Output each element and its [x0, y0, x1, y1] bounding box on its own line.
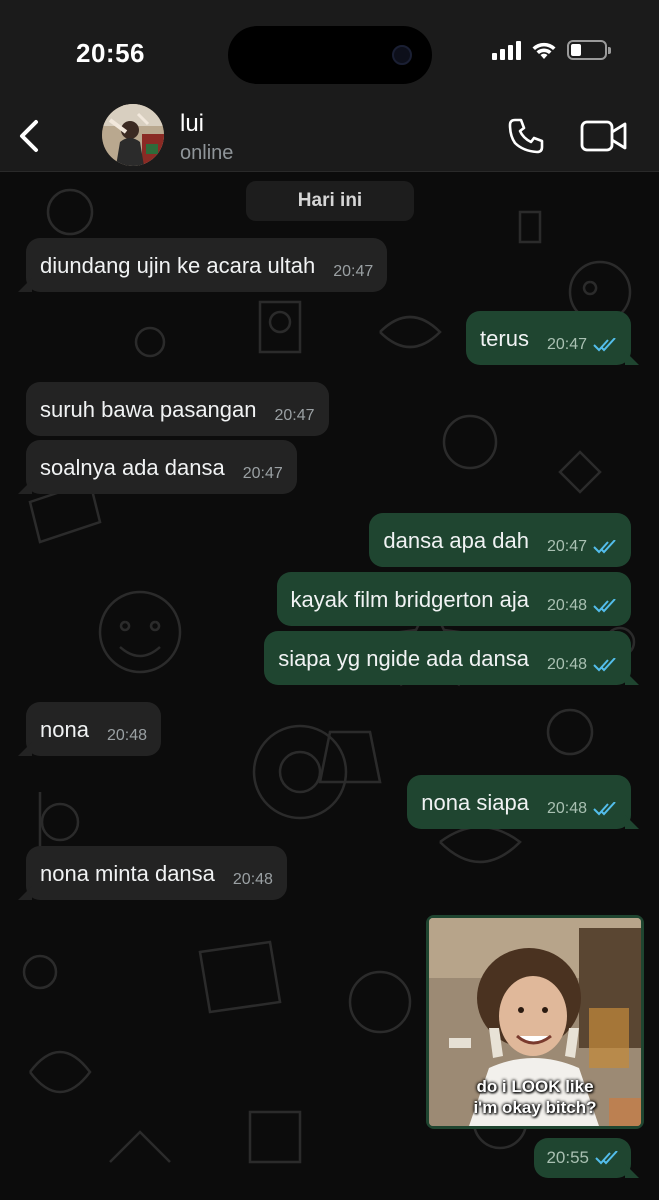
video-camera-icon[interactable] [580, 118, 628, 154]
read-receipt-icon [593, 802, 616, 816]
battery-level [571, 44, 581, 56]
message-text: siapa yg ngide ada dansa [278, 646, 529, 671]
message-time: 20:48 [546, 597, 587, 614]
status-icons [492, 40, 611, 60]
message-text: kayak film bridgerton aja [290, 587, 529, 612]
message-text: nona minta dansa [40, 861, 215, 886]
status-bar: 20:56 [0, 0, 659, 100]
back-chevron-icon[interactable] [14, 114, 44, 158]
message-text: terus [480, 326, 529, 351]
message-time: 20:47 [333, 263, 374, 280]
message-time: 20:47 [546, 538, 587, 555]
dynamic-island [228, 26, 432, 84]
battery-icon [567, 40, 611, 60]
meme-caption-line-2: i'm okay bitch? [473, 1098, 597, 1117]
wifi-icon [532, 42, 556, 59]
meme-caption: do i LOOK like i'm okay bitch? [429, 1076, 641, 1118]
message-time: 20:47 [274, 407, 315, 424]
message-time: 20:47 [242, 465, 283, 482]
message-time: 20:47 [546, 336, 587, 353]
chat-area[interactable]: Hari ini diundang ujin ke acara ultah 20… [0, 172, 659, 1200]
read-receipt-icon [593, 338, 616, 352]
message-time: 20:48 [546, 800, 587, 817]
message-text: diundang ujin ke acara ultah [40, 253, 316, 278]
chat-header: lui online [0, 100, 659, 172]
message-time: 20:48 [546, 656, 587, 673]
message-time: 20:48 [232, 871, 273, 888]
message-incoming[interactable]: soalnya ada dansa 20:47 [18, 440, 297, 494]
cellular-signal-icon [492, 40, 521, 60]
read-receipt-icon [593, 658, 616, 672]
read-receipt-icon [595, 1151, 618, 1165]
phone-icon[interactable] [506, 116, 546, 156]
message-text: soalnya ada dansa [40, 455, 225, 480]
read-receipt-icon [593, 540, 616, 554]
message-incoming[interactable]: suruh bawa pasangan 20:47 [26, 382, 329, 436]
meme-caption-line-1: do i LOOK like [476, 1077, 594, 1096]
contact-avatar[interactable] [102, 104, 164, 166]
read-receipt-icon [593, 599, 616, 613]
message-text: dansa apa dah [383, 528, 529, 553]
message-outgoing[interactable]: dansa apa dah 20:47 [369, 513, 631, 567]
message-outgoing[interactable]: nona siapa 20:48 [407, 775, 639, 829]
contact-status: online [180, 142, 234, 164]
message-outgoing[interactable]: kayak film bridgerton aja 20:48 [276, 572, 631, 626]
meme-image[interactable]: do i LOOK like i'm okay bitch? [429, 918, 641, 1126]
message-incoming[interactable]: nona minta dansa 20:48 [18, 846, 287, 900]
message-time: 20:55 [546, 1148, 589, 1167]
message-outgoing[interactable]: terus 20:47 [466, 311, 639, 365]
message-time: 20:48 [106, 727, 147, 744]
front-camera-icon [392, 45, 412, 65]
contact-name[interactable]: lui [180, 110, 204, 138]
message-outgoing[interactable]: siapa yg ngide ada dansa 20:48 [264, 631, 639, 685]
image-message[interactable]: do i LOOK like i'm okay bitch? [426, 915, 644, 1129]
date-separator: Hari ini [246, 181, 414, 221]
message-incoming[interactable]: diundang ujin ke acara ultah 20:47 [17, 238, 388, 292]
media-timestamp-bubble[interactable]: 20:55 [534, 1138, 639, 1178]
message-text: nona siapa [421, 790, 529, 815]
message-text: suruh bawa pasangan [40, 397, 257, 422]
status-time: 20:56 [76, 38, 145, 68]
message-text: nona [40, 717, 89, 742]
message-incoming[interactable]: nona 20:48 [18, 702, 161, 756]
